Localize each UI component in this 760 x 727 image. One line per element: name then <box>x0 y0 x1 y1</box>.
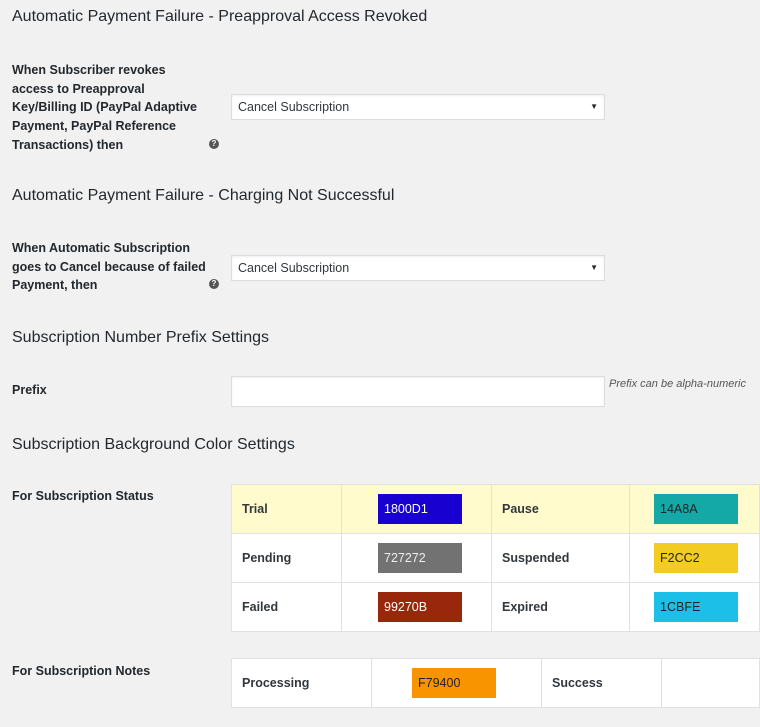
section-title-charging: Automatic Payment Failure - Charging Not… <box>12 187 395 204</box>
status-colors-label: For Subscription Status <box>12 489 154 503</box>
help-icon[interactable]: ? <box>209 139 219 149</box>
color-picker-input[interactable]: F79400 <box>412 668 496 698</box>
select-value: Cancel Subscription <box>238 261 350 275</box>
color-name: Processing <box>231 658 372 708</box>
preapproval-label: When Subscriber revokes access to Preapp… <box>12 63 198 152</box>
color-picker-input[interactable]: 1CBFE <box>654 592 738 622</box>
color-picker-input[interactable]: 1800D1 <box>378 494 462 524</box>
color-cell <box>661 658 760 708</box>
table-row: Processing F79400 Success <box>231 658 760 708</box>
select-value: Cancel Subscription <box>238 100 350 114</box>
prefix-label: Prefix <box>12 383 47 397</box>
color-picker-input[interactable]: 14A8A <box>654 494 738 524</box>
color-picker-input[interactable]: 727272 <box>378 543 462 573</box>
charging-label: When Automatic Subscription goes to Canc… <box>12 241 206 293</box>
table-row: Pending 727272 Suspended F2CC2 <box>231 533 760 583</box>
preapproval-action-select[interactable]: Cancel Subscription ▼ <box>231 94 605 120</box>
color-name: Failed <box>231 582 342 632</box>
color-cell: 1CBFE <box>629 582 760 632</box>
color-cell: F2CC2 <box>629 533 760 583</box>
color-cell: 1800D1 <box>341 484 492 534</box>
section-title-preapproval: Automatic Payment Failure - Preapproval … <box>12 8 428 25</box>
color-name: Expired <box>491 582 630 632</box>
color-picker-input[interactable]: F2CC2 <box>654 543 738 573</box>
color-cell: 99270B <box>341 582 492 632</box>
table-row: Failed 99270B Expired 1CBFE <box>231 582 760 632</box>
status-colors-table: Trial 1800D1 Pause 14A8A Pending 727272 Suspen… <box>231 484 760 632</box>
chevron-down-icon: ▼ <box>590 263 598 272</box>
color-cell: F79400 <box>371 658 542 708</box>
notes-colors-label: For Subscription Notes <box>12 664 151 678</box>
help-icon[interactable]: ? <box>209 279 219 289</box>
section-title-prefix: Subscription Number Prefix Settings <box>12 329 269 346</box>
color-cell: 14A8A <box>629 484 760 534</box>
color-cell: 727272 <box>341 533 492 583</box>
prefix-input[interactable] <box>231 376 605 407</box>
color-picker-input[interactable]: 99270B <box>378 592 462 622</box>
prefix-description: Prefix can be alpha-numeric <box>609 378 746 390</box>
color-name: Trial <box>231 484 342 534</box>
color-name: Suspended <box>491 533 630 583</box>
charging-action-select[interactable]: Cancel Subscription ▼ <box>231 255 605 281</box>
table-row: Trial 1800D1 Pause 14A8A <box>231 484 760 534</box>
color-name: Success <box>541 658 662 708</box>
color-name: Pause <box>491 484 630 534</box>
chevron-down-icon: ▼ <box>590 102 598 111</box>
section-title-colors: Subscription Background Color Settings <box>12 436 295 453</box>
color-name: Pending <box>231 533 342 583</box>
notes-colors-table: Processing F79400 Success <box>231 658 760 708</box>
